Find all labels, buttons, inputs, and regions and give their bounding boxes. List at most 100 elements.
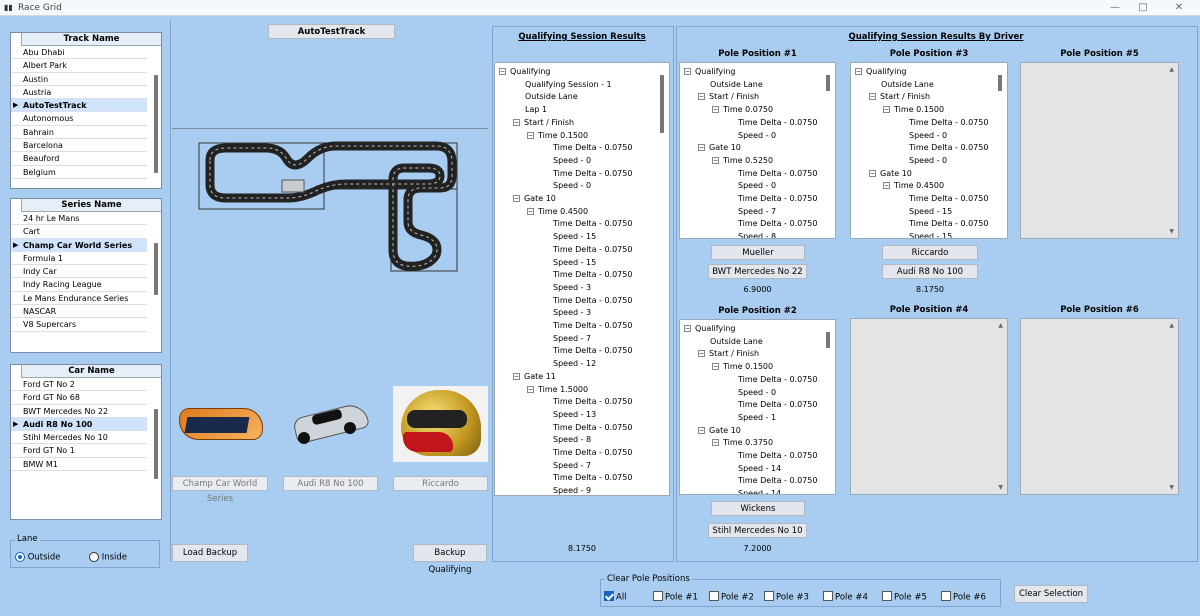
tree-node[interactable]: − Time 0.0750 bbox=[712, 104, 773, 116]
tree-node[interactable]: Outside Lane bbox=[881, 79, 934, 91]
series-row[interactable]: Cart bbox=[11, 225, 147, 239]
collapse-icon[interactable]: − bbox=[684, 325, 691, 332]
tree-node[interactable]: − Time 0.5250 bbox=[712, 155, 773, 167]
tree-node[interactable]: Speed - 7 bbox=[738, 206, 776, 218]
tree-node[interactable]: Speed - 15 bbox=[553, 257, 596, 269]
backup-qualifying-button[interactable]: Backup Qualifying bbox=[413, 544, 487, 575]
tree-node[interactable]: Speed - 0 bbox=[553, 180, 591, 192]
tree-node[interactable]: − Time 0.1500 bbox=[883, 104, 944, 116]
collapse-icon[interactable]: − bbox=[527, 385, 534, 393]
collapse-icon[interactable]: − bbox=[698, 350, 705, 358]
collapse-icon[interactable]: − bbox=[712, 363, 719, 371]
clear-option-checkbox[interactable]: Pole #3 bbox=[764, 591, 809, 603]
tree-node[interactable]: − Gate 11 bbox=[513, 371, 556, 383]
collapse-icon[interactable]: − bbox=[712, 106, 719, 114]
series-list-scrollbar[interactable] bbox=[154, 243, 158, 295]
tree-node[interactable]: Time Delta - 0.0750 bbox=[553, 345, 632, 357]
lane-inside-radio[interactable]: Inside bbox=[89, 552, 127, 563]
collapse-icon[interactable]: − bbox=[883, 182, 890, 190]
track-list[interactable]: Track Name Abu Dhabi Albert Park Austin Aus… bbox=[10, 32, 162, 189]
track-row[interactable]: Barcelona bbox=[11, 139, 147, 153]
tree-node[interactable]: Time Delta - 0.0750 bbox=[553, 168, 632, 180]
tree-node[interactable]: Time Delta - 0.0750 bbox=[909, 218, 988, 230]
pole-6-tree[interactable]: ▲ ▼ bbox=[1020, 318, 1179, 495]
clear-option-checkbox[interactable]: Pole #1 bbox=[653, 591, 698, 603]
tree-node[interactable]: Speed - 0 bbox=[738, 130, 776, 142]
tree-node[interactable]: − Qualifying bbox=[855, 66, 907, 78]
tree-node[interactable]: Speed - 12 bbox=[553, 358, 596, 370]
tree-node[interactable]: − Gate 10 bbox=[869, 168, 912, 180]
clear-option-checkbox[interactable]: Pole #2 bbox=[709, 591, 754, 603]
series-row[interactable]: Indy Racing League bbox=[11, 278, 147, 292]
pole-2-driver-button[interactable]: Wickens bbox=[711, 501, 805, 516]
series-row[interactable]: V8 Supercars bbox=[11, 318, 147, 332]
series-button[interactable]: Champ Car World Series bbox=[172, 476, 268, 504]
tree-node[interactable]: − Qualifying bbox=[684, 323, 736, 335]
tree-node[interactable]: − Start / Finish bbox=[698, 91, 759, 103]
car-row[interactable]: BMW M1 bbox=[11, 458, 147, 472]
tree-node[interactable]: Qualifying Session - 1 bbox=[525, 79, 612, 91]
tree-node[interactable]: Time Delta - 0.0750 bbox=[553, 447, 632, 459]
load-backup-button[interactable]: Load Backup bbox=[172, 544, 248, 562]
tree-node[interactable]: − Qualifying bbox=[499, 66, 551, 78]
collapse-icon[interactable]: − bbox=[855, 68, 862, 75]
track-button[interactable]: AutoTestTrack bbox=[268, 24, 395, 39]
tree-node[interactable]: Time Delta - 0.0750 bbox=[738, 374, 817, 386]
car-list[interactable]: Car Name Ford GT No 2 Ford GT No 68 BWT Me… bbox=[10, 364, 162, 520]
collapse-icon[interactable]: − bbox=[527, 207, 534, 215]
tree-node[interactable]: Speed - 0 bbox=[738, 180, 776, 192]
tree-node[interactable]: Time Delta - 0.0750 bbox=[553, 320, 632, 332]
collapse-icon[interactable]: − bbox=[499, 68, 506, 75]
pole-1-tree[interactable]: − Qualifying Outside Lane − Start / Finish − T… bbox=[679, 62, 836, 239]
tree-node[interactable]: Speed - 8 bbox=[738, 231, 776, 238]
car-row[interactable]: BWT Mercedes No 22 bbox=[11, 405, 147, 418]
scroll-down-icon[interactable]: ▼ bbox=[1169, 484, 1174, 491]
pole-4-tree[interactable]: ▲ ▼ bbox=[850, 318, 1008, 495]
car-row[interactable]: Ford GT No 68 bbox=[11, 391, 147, 405]
pole-1-driver-button[interactable]: Mueller bbox=[711, 245, 805, 260]
tree-node[interactable]: Speed - 15 bbox=[553, 231, 596, 243]
tree-node[interactable]: Time Delta - 0.0750 bbox=[553, 472, 632, 484]
tree-node[interactable]: Speed - 0 bbox=[553, 155, 591, 167]
tree-node[interactable]: Speed - 14 bbox=[738, 463, 781, 475]
pole-1-car-button[interactable]: BWT Mercedes No 22 bbox=[708, 264, 807, 279]
scroll-up-icon[interactable]: ▲ bbox=[1169, 66, 1174, 73]
scroll-up-icon[interactable]: ▲ bbox=[998, 322, 1003, 329]
clear-option-checkbox[interactable]: All bbox=[604, 591, 627, 603]
collapse-icon[interactable]: − bbox=[712, 439, 719, 447]
tree-node[interactable]: − Time 0.4500 bbox=[883, 180, 944, 192]
tree-node[interactable]: Time Delta - 0.0750 bbox=[738, 117, 817, 129]
tree-node[interactable]: Speed - 7 bbox=[553, 333, 591, 345]
pole-5-tree[interactable]: ▲ ▼ bbox=[1020, 62, 1179, 239]
series-row[interactable]: Le Mans Endurance Series bbox=[11, 292, 147, 306]
collapse-icon[interactable]: − bbox=[513, 372, 520, 380]
close-icon[interactable]: ✕ bbox=[1164, 1, 1194, 15]
tree-node[interactable]: Speed - 0 bbox=[909, 130, 947, 142]
track-row[interactable]: Austria bbox=[11, 86, 147, 100]
tree-node[interactable]: − Start / Finish bbox=[698, 348, 759, 360]
clear-option-checkbox[interactable]: Pole #6 bbox=[941, 591, 986, 603]
clear-option-checkbox[interactable]: Pole #5 bbox=[882, 591, 927, 603]
maximize-icon[interactable]: □ bbox=[1128, 1, 1158, 15]
tree-node[interactable]: Time Delta - 0.0750 bbox=[553, 396, 632, 408]
tree-node[interactable]: − Time 0.1500 bbox=[527, 130, 588, 142]
tree-node[interactable]: Time Delta - 0.0750 bbox=[553, 295, 632, 307]
tree-node[interactable]: Time Delta - 0.0750 bbox=[553, 244, 632, 256]
tree-node[interactable]: − Start / Finish bbox=[513, 117, 574, 129]
track-row[interactable]: Abu Dhabi bbox=[11, 46, 147, 60]
tree-node[interactable]: Outside Lane bbox=[710, 79, 763, 91]
session-tree[interactable]: − Qualifying Qualifying Session - 1 Outside… bbox=[494, 62, 670, 496]
tree-node[interactable]: Time Delta - 0.0750 bbox=[909, 142, 988, 154]
tree-node[interactable]: Time Delta - 0.0750 bbox=[738, 168, 817, 180]
pole-3-car-button[interactable]: Audi R8 No 100 bbox=[882, 264, 978, 279]
collapse-icon[interactable]: − bbox=[698, 426, 705, 434]
collapse-icon[interactable]: − bbox=[527, 131, 534, 139]
pole-2-scrollbar[interactable] bbox=[823, 320, 833, 494]
tree-node[interactable]: − Gate 10 bbox=[698, 425, 741, 437]
tree-node[interactable]: Speed - 13 bbox=[553, 409, 596, 421]
collapse-icon[interactable]: − bbox=[698, 93, 705, 101]
tree-node[interactable]: Speed - 8 bbox=[553, 434, 591, 446]
minimize-icon[interactable]: — bbox=[1100, 1, 1130, 15]
clear-option-checkbox[interactable]: Pole #4 bbox=[823, 591, 868, 603]
tree-node[interactable]: Time Delta - 0.0750 bbox=[553, 142, 632, 154]
